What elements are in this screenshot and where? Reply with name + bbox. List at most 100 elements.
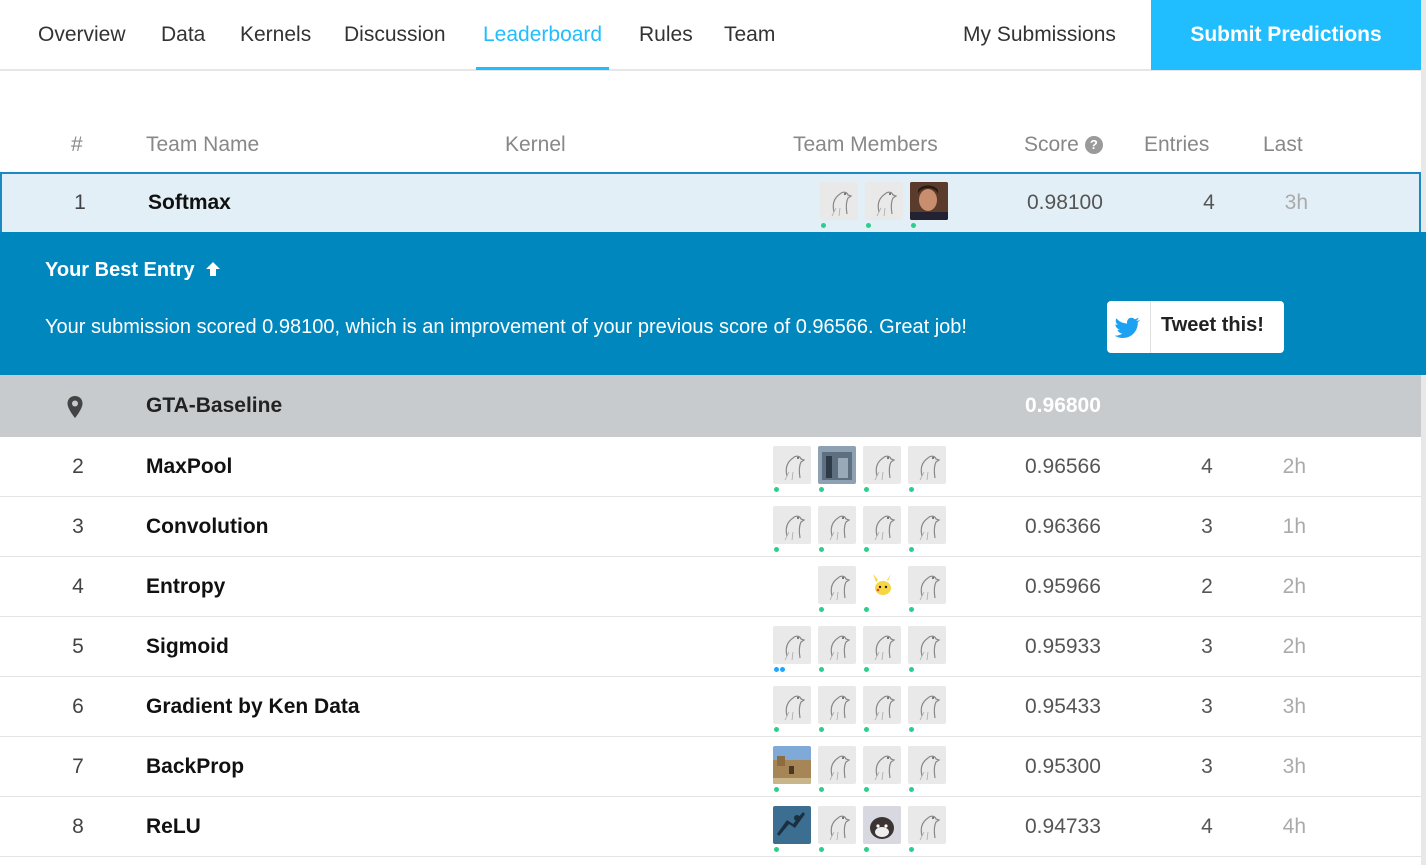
online-dot: [774, 727, 779, 732]
goose-avatar[interactable]: [865, 182, 903, 220]
rank-cell: 2: [72, 455, 84, 478]
tab-leaderboard[interactable]: Leaderboard: [475, 0, 610, 70]
goose-avatar[interactable]: [773, 686, 811, 724]
help-icon[interactable]: ?: [1084, 136, 1103, 154]
online-dot: [821, 223, 826, 228]
online-dot: [774, 547, 779, 552]
header-score[interactable]: Score?: [1024, 133, 1103, 157]
table-row[interactable]: 2 MaxPool 0.96566 4 2h: [0, 437, 1421, 497]
goose-avatar[interactable]: [773, 626, 811, 664]
online-dot: [909, 787, 914, 792]
team-members: [773, 626, 953, 672]
goose-avatar[interactable]: [908, 446, 946, 484]
score-cell: 0.96366: [1025, 515, 1101, 538]
goose-avatar[interactable]: [908, 686, 946, 724]
score-cell: 0.95933: [1025, 635, 1101, 658]
photo-avatar-jump[interactable]: [773, 806, 811, 844]
entries-cell: 3: [1201, 755, 1213, 778]
map-pin-icon: [66, 395, 84, 424]
team-name[interactable]: Entropy: [146, 557, 225, 617]
goose-avatar[interactable]: [863, 746, 901, 784]
tab-kernels[interactable]: Kernels: [240, 0, 311, 70]
best-entry-title: Your Best Entry: [45, 259, 222, 284]
online-dot: [774, 667, 779, 672]
online-dot: [819, 547, 824, 552]
goose-avatar[interactable]: [908, 746, 946, 784]
table-row[interactable]: 6 Gradient by Ken Data 0.95433 3 3h: [0, 677, 1421, 737]
table-row[interactable]: 3 Convolution 0.96366 3 1h: [0, 497, 1421, 557]
rank-cell: 1: [74, 191, 86, 214]
table-row[interactable]: 4 Entropy 0.95966 2 2h: [0, 557, 1421, 617]
goose-avatar[interactable]: [863, 626, 901, 664]
online-dot: [819, 727, 824, 732]
goose-avatar[interactable]: [773, 446, 811, 484]
team-name[interactable]: MaxPool: [146, 437, 232, 497]
tab-overview[interactable]: Overview: [38, 0, 126, 70]
tweet-button[interactable]: Tweet this!: [1107, 301, 1284, 353]
table-row[interactable]: 1 Softmax 0.98100 4 3h: [0, 172, 1421, 232]
goose-avatar[interactable]: [863, 686, 901, 724]
goose-avatar[interactable]: [818, 686, 856, 724]
photo-avatar-building[interactable]: [818, 446, 856, 484]
entries-cell: 3: [1201, 515, 1213, 538]
header-entries[interactable]: Entries: [1144, 133, 1209, 157]
photo-avatar-person[interactable]: [910, 182, 948, 220]
tab-rules[interactable]: Rules: [639, 0, 693, 70]
online-dot: [909, 607, 914, 612]
goose-avatar[interactable]: [818, 746, 856, 784]
goose-avatar[interactable]: [820, 182, 858, 220]
team-members: [773, 446, 953, 492]
score-cell: 0.96566: [1025, 455, 1101, 478]
online-dot: [864, 667, 869, 672]
last-cell: 1h: [1282, 515, 1306, 538]
table-row[interactable]: 5 Sigmoid 0.95933 3 2h: [0, 617, 1421, 677]
header-team-name[interactable]: Team Name: [146, 133, 259, 157]
goose-avatar[interactable]: [863, 446, 901, 484]
my-submissions-link[interactable]: My Submissions: [963, 0, 1116, 70]
table-row[interactable]: 8 ReLU 0.94733 4 4h: [0, 797, 1421, 857]
team-name[interactable]: Softmax: [148, 174, 231, 232]
online-dot: [911, 223, 916, 228]
goose-avatar[interactable]: [908, 506, 946, 544]
team-members: [773, 746, 953, 792]
goose-avatar[interactable]: [773, 506, 811, 544]
goose-avatar[interactable]: [863, 506, 901, 544]
header-score-label: Score: [1024, 133, 1079, 156]
last-cell: 3h: [1284, 191, 1308, 214]
entries-cell: 4: [1201, 455, 1213, 478]
goose-avatar[interactable]: [818, 566, 856, 604]
scrollbar-track[interactable]: [1421, 0, 1426, 865]
header-last[interactable]: Last: [1263, 133, 1303, 157]
team-name[interactable]: Gradient by Ken Data: [146, 677, 360, 737]
tab-data[interactable]: Data: [161, 0, 205, 70]
online-dot: [864, 607, 869, 612]
team-members: [773, 686, 953, 732]
team-name[interactable]: ReLU: [146, 797, 201, 857]
online-dot: [864, 487, 869, 492]
team-name[interactable]: Convolution: [146, 497, 268, 557]
goose-avatar[interactable]: [908, 566, 946, 604]
goose-avatar[interactable]: [818, 626, 856, 664]
goose-avatar[interactable]: [818, 806, 856, 844]
goose-avatar[interactable]: [818, 506, 856, 544]
table-row[interactable]: 7 BackProp 0.95300 3 3h: [0, 737, 1421, 797]
online-dot: [819, 787, 824, 792]
team-name[interactable]: Sigmoid: [146, 617, 229, 677]
last-cell: 2h: [1282, 575, 1306, 598]
photo-avatar-dog[interactable]: [863, 806, 901, 844]
photo-avatar-castle[interactable]: [773, 746, 811, 784]
best-entry-title-label: Your Best Entry: [45, 259, 195, 281]
baseline-row[interactable]: GTA-Baseline 0.96800: [0, 375, 1421, 437]
tweet-button-label: Tweet this!: [1161, 314, 1264, 336]
last-cell: 2h: [1282, 635, 1306, 658]
team-name[interactable]: BackProp: [146, 737, 244, 797]
entries-cell: 4: [1201, 815, 1213, 838]
tab-discussion[interactable]: Discussion: [344, 0, 446, 70]
goose-avatar[interactable]: [908, 806, 946, 844]
online-dot: [774, 487, 779, 492]
goose-avatar[interactable]: [908, 626, 946, 664]
team-members: [773, 566, 953, 612]
submit-predictions-button[interactable]: Submit Predictions: [1151, 0, 1421, 70]
tab-team[interactable]: Team: [724, 0, 775, 70]
pikachu-avatar[interactable]: [863, 566, 901, 604]
